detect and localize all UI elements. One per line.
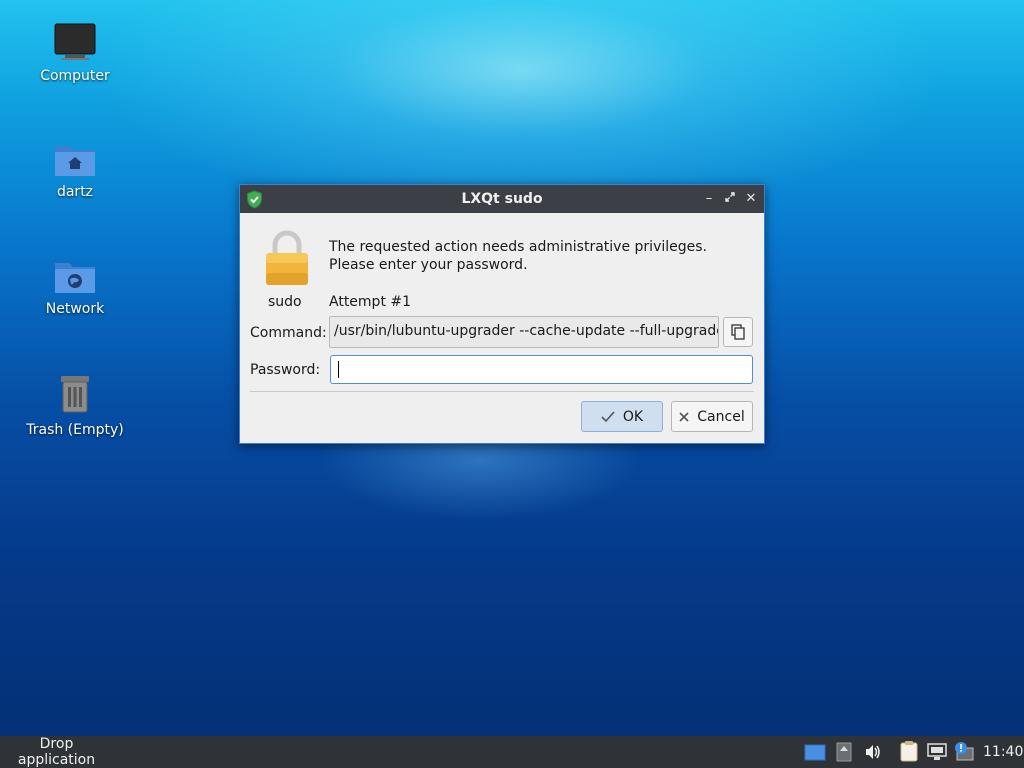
desktop-icon-trash[interactable]: Trash (Empty) — [20, 372, 130, 438]
desktop-switcher-icon[interactable] — [804, 744, 826, 761]
taskbar: Drop application icons here 11:40 — [0, 736, 1024, 768]
clipboard-icon[interactable] — [900, 740, 918, 762]
home-folder-icon — [55, 146, 95, 176]
updates-icon[interactable] — [836, 742, 852, 762]
sudo-label: sudo — [268, 294, 302, 310]
dialog-titlebar[interactable]: LXQt sudo – ✕ — [240, 185, 764, 213]
network-folder-icon — [55, 263, 95, 293]
privilege-message: The requested action needs administrativ… — [329, 238, 707, 274]
separator — [250, 391, 754, 392]
close-icon[interactable]: ✕ — [742, 190, 760, 208]
ok-button[interactable]: OK — [581, 401, 663, 432]
desktop-icon-network[interactable]: Network — [20, 257, 130, 317]
computer-icon — [54, 23, 96, 60]
desktop-icon-label: dartz — [56, 184, 94, 200]
network-icon[interactable] — [927, 743, 947, 761]
cancel-button[interactable]: Cancel — [671, 401, 753, 432]
shield-icon — [247, 190, 262, 209]
copy-icon — [731, 324, 745, 340]
attempt-label: Attempt #1 — [329, 294, 412, 310]
command-field[interactable]: /usr/bin/lubuntu-upgrader --cache-update… — [329, 316, 719, 348]
quicklaunch-drop-area[interactable]: Drop application icons here — [0, 736, 113, 768]
cancel-button-label: Cancel — [697, 408, 745, 425]
check-icon — [601, 410, 615, 422]
sudo-dialog: LXQt sudo – ✕ sudo The requested action … — [239, 184, 765, 444]
desktop-icon-label: Computer — [40, 68, 110, 84]
desktop-icon-label: Trash (Empty) — [26, 422, 124, 438]
password-input[interactable] — [330, 355, 753, 384]
lock-icon — [266, 230, 308, 285]
minimize-icon[interactable]: – — [700, 190, 718, 208]
desktop-icon-label: Network — [45, 301, 105, 317]
desktop-icon-computer[interactable]: Computer — [20, 22, 130, 84]
maximize-icon[interactable] — [721, 190, 739, 208]
ok-button-label: OK — [622, 408, 644, 425]
message-line-1: The requested action needs administrativ… — [329, 239, 707, 255]
text-caret — [338, 361, 339, 378]
notification-icon[interactable] — [954, 741, 974, 761]
dialog-title: LXQt sudo — [461, 191, 543, 207]
close-icon — [679, 411, 689, 422]
message-line-2: Please enter your password. — [329, 257, 528, 273]
clock[interactable]: 11:40 — [983, 744, 1023, 760]
desktop-icon-dartz[interactable]: dartz — [20, 140, 130, 200]
command-label: Command: — [250, 325, 327, 341]
password-label: Password: — [250, 362, 321, 378]
copy-command-button[interactable] — [723, 317, 753, 347]
volume-icon[interactable] — [864, 743, 882, 761]
trash-icon — [61, 376, 89, 413]
